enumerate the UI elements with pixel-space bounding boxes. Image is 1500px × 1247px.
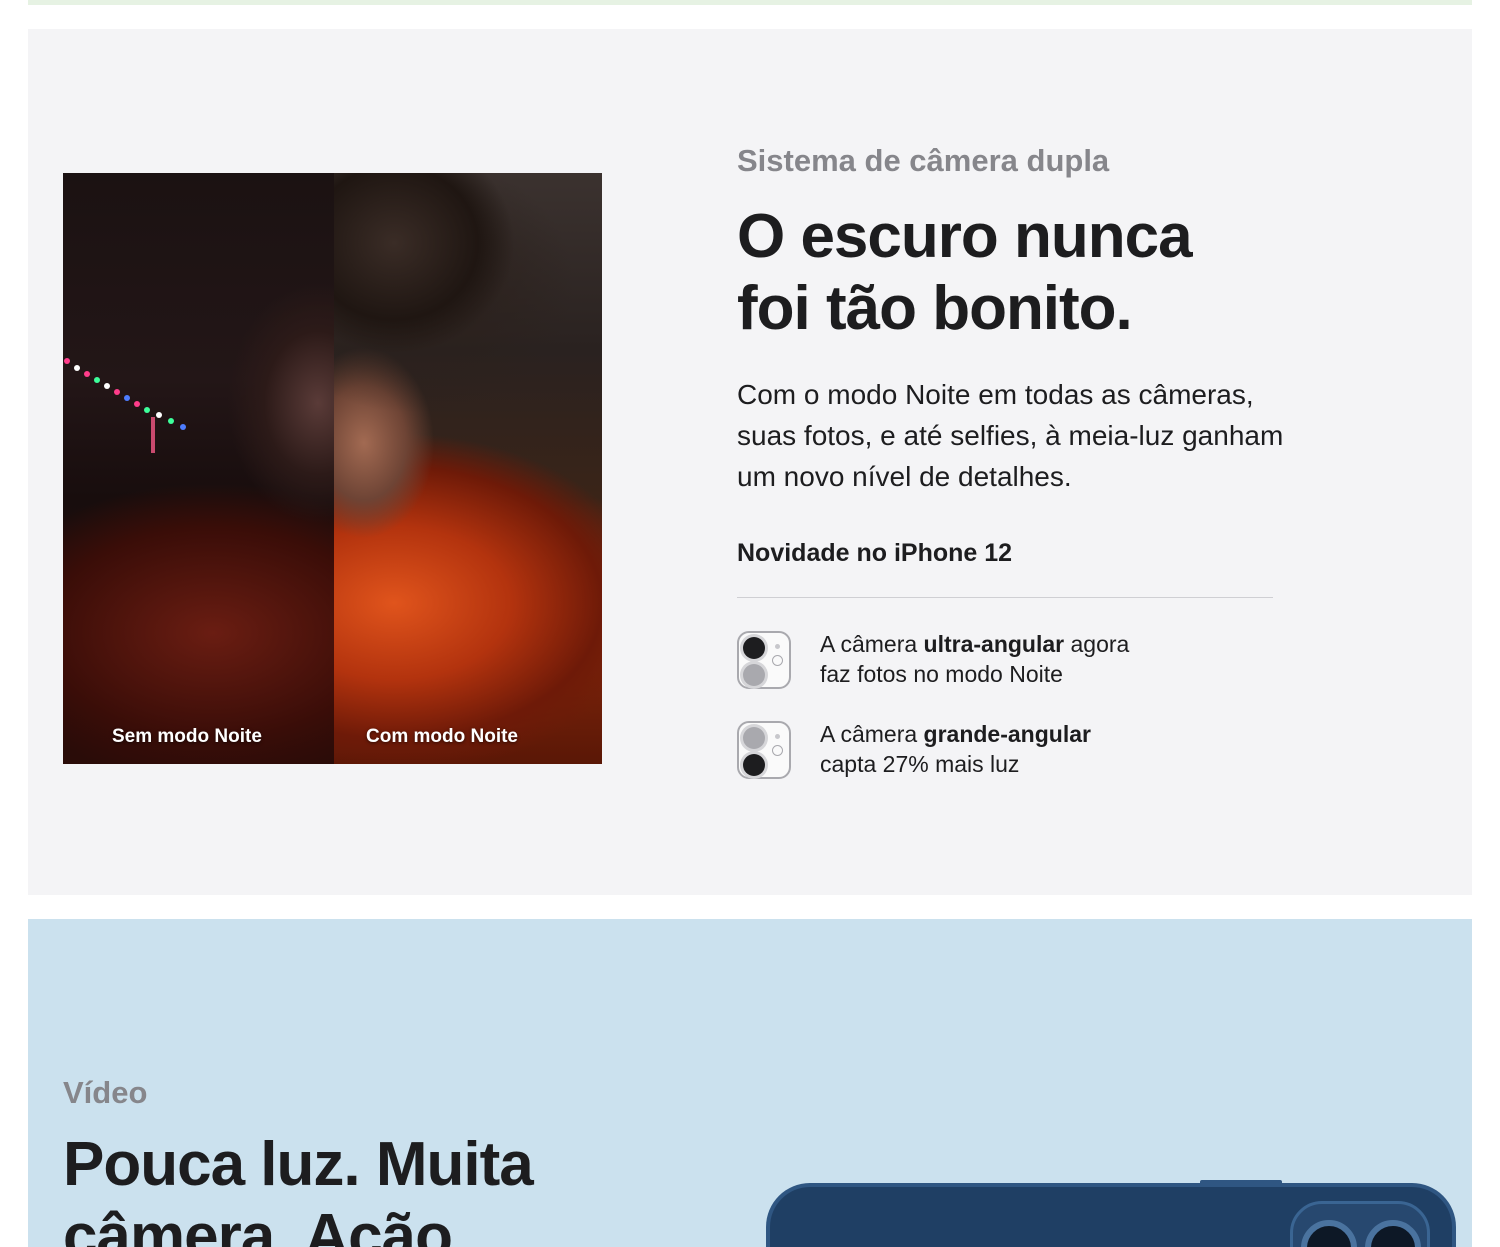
feature-line1-post: agora	[1064, 631, 1130, 657]
feature-line1-bold: grande-angular	[923, 721, 1091, 747]
iphone-back-image	[766, 1180, 1456, 1247]
mic-dot	[775, 644, 780, 649]
feature-text: A câmera ultra-angular agora faz fotos n…	[820, 629, 1129, 689]
mic-dot	[775, 734, 780, 739]
top-accent-strip	[28, 0, 1472, 5]
caption-with-night-mode: Com modo Noite	[366, 726, 518, 747]
headline-line: câmera. Ação.	[63, 1202, 469, 1247]
headline-line: Pouca luz. Muita	[63, 1130, 534, 1199]
feature-item-ultrawide: A câmera ultra-angular agora faz fotos n…	[737, 629, 1297, 689]
night-mode-section: Sem modo Noite Com modo Noite Sistema de…	[28, 29, 1472, 895]
video-section: Vídeo Pouca luz. Muita câmera. Ação.	[28, 919, 1472, 1247]
feature-line2: faz fotos no modo Noite	[820, 661, 1063, 687]
phone-lens	[1365, 1220, 1421, 1247]
feature-item-wide: A câmera grande-angular capta 27% mais l…	[737, 719, 1297, 779]
video-headline: Pouca luz. Muita câmera. Ação.	[63, 1129, 534, 1247]
body-line: Com o modo Noite em todas as câmeras,	[737, 379, 1254, 410]
feature-line1-bold: ultra-angular	[923, 631, 1065, 657]
video-eyebrow: Vídeo	[63, 1075, 148, 1110]
section-eyebrow: Sistema de câmera dupla	[737, 143, 1110, 178]
string-lights-decoration	[64, 358, 186, 453]
divider	[737, 597, 1273, 598]
flash-ring	[772, 745, 783, 756]
phone-side-button	[1200, 1180, 1282, 1185]
lens-light	[743, 664, 765, 686]
phone-lens	[1301, 1220, 1357, 1247]
headline-line: O escuro nunca	[737, 202, 1193, 271]
flash-ring	[772, 655, 783, 666]
lens-dark	[743, 754, 765, 776]
dual-camera-wide-icon	[737, 721, 791, 779]
body-line: um novo nível de detalhes.	[737, 461, 1072, 492]
dual-camera-ultrawide-icon	[737, 631, 791, 689]
photo-with-night-mode	[334, 173, 602, 764]
lens-dark	[743, 637, 765, 659]
new-in-iphone-subhead: Novidade no iPhone 12	[737, 539, 1013, 567]
feature-line1-pre: A câmera	[820, 631, 924, 657]
lens-light	[743, 727, 765, 749]
photo-without-night-mode	[63, 173, 334, 764]
phone-camera-module	[1290, 1201, 1430, 1247]
section-body-copy: Com o modo Noite em todas as câmeras, su…	[737, 374, 1357, 497]
feature-text: A câmera grande-angular capta 27% mais l…	[820, 719, 1091, 779]
caption-without-night-mode: Sem modo Noite	[112, 726, 262, 747]
section-headline: O escuro nunca foi tão bonito.	[737, 201, 1357, 345]
body-line: suas fotos, e até selfies, à meia-luz ga…	[737, 420, 1284, 451]
headline-line: foi tão bonito.	[737, 274, 1133, 343]
night-mode-comparison-image: Sem modo Noite Com modo Noite	[63, 173, 602, 764]
feature-line1-pre: A câmera	[820, 721, 924, 747]
feature-line2: capta 27% mais luz	[820, 751, 1020, 777]
